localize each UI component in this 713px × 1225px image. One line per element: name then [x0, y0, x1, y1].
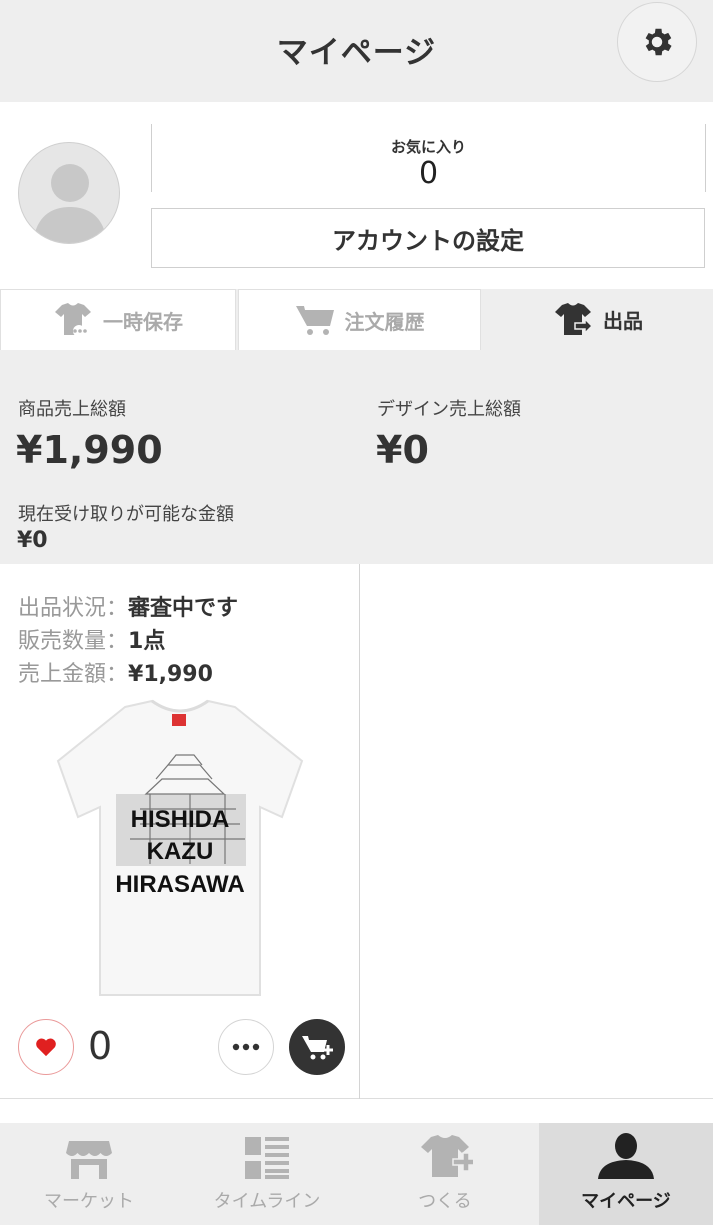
more-options-button[interactable] [218, 1019, 274, 1075]
product-tshirt-image[interactable]: HISHIDA KAZU HIRASAWA [40, 699, 320, 999]
nav-timeline[interactable]: タイムライン [178, 1123, 356, 1225]
add-to-cart-button[interactable] [289, 1019, 345, 1075]
bottom-navigation: マーケット タイムライン つくる マイページ [0, 1123, 713, 1225]
listing-quantity-value: 1点 [128, 629, 166, 654]
mypage-tabs: 一時保存 注文履歴 出品 [0, 289, 713, 350]
account-settings-button[interactable]: アカウントの設定 [151, 208, 705, 268]
tab-drafts[interactable]: 一時保存 [0, 289, 236, 350]
shirt-print-line-2: KAZU [147, 838, 214, 865]
listing-card[interactable]: 出品状況：審査中です 販売数量：1点 売上金額：¥1,990 HISHIDA K… [0, 564, 360, 1099]
design-sales-total-value: ¥0 [376, 428, 429, 472]
cart-plus-icon [302, 1036, 333, 1060]
nav-mypage[interactable]: マイページ [539, 1123, 713, 1225]
timeline-icon [245, 1137, 289, 1179]
shirt-print-line-1: HISHIDA [131, 806, 230, 833]
header-bar: マイページ [0, 0, 713, 102]
listing-status-row: 出品状況：審査中です [18, 590, 238, 622]
tab-listings[interactable]: 出品 [483, 289, 713, 350]
favorites-count: 0 [418, 156, 439, 191]
person-icon [598, 1133, 654, 1179]
tab-drafts-label: 一時保存 [103, 309, 183, 334]
ellipsis-icon [232, 1043, 260, 1051]
favorites-label: お気に入り [390, 138, 466, 156]
product-sales-total-value: ¥1,990 [16, 428, 163, 472]
tshirt-export-icon [555, 302, 593, 335]
cart-icon [295, 306, 334, 335]
shirt-print-line-3: HIRASAWA [115, 871, 244, 898]
nav-create[interactable]: つくる [356, 1123, 534, 1225]
tab-order-history[interactable]: 注文履歴 [238, 289, 481, 350]
gear-icon [645, 28, 672, 56]
nav-market[interactable]: マーケット [0, 1123, 178, 1225]
tab-listings-label: 出品 [603, 309, 643, 333]
heart-icon [36, 1038, 56, 1057]
listing-amount-row: 売上金額：¥1,990 [18, 656, 213, 688]
sales-summary: 商品売上総額 ¥1,990 デザイン売上総額 ¥0 現在受け取りが可能な金額 ¥… [0, 350, 713, 564]
tab-order-history-label: 注文履歴 [344, 309, 425, 334]
settings-button[interactable] [617, 2, 697, 82]
like-button[interactable] [18, 1019, 74, 1075]
listing-amount-value: ¥1,990 [128, 662, 213, 687]
page-title: マイページ [276, 34, 437, 71]
listing-status-label: 出品状況： [18, 596, 129, 621]
receivable-amount-label: 現在受け取りが可能な金額 [18, 504, 234, 525]
listing-quantity-row: 販売数量：1点 [18, 623, 165, 655]
avatar[interactable] [18, 142, 120, 244]
listing-status-value: 審査中です [128, 596, 239, 621]
receivable-amount-value: ¥0 [17, 528, 48, 553]
favorites-counter[interactable]: お気に入り 0 [151, 124, 706, 192]
nav-market-label: マーケット [44, 1191, 134, 1212]
nav-create-label: つくる [418, 1191, 472, 1212]
listing-amount-label: 売上金額： [18, 662, 129, 687]
profile-section: お気に入り 0 アカウントの設定 [0, 102, 713, 290]
nav-mypage-label: マイページ [581, 1191, 671, 1212]
tshirt-dots-icon [55, 303, 91, 337]
nav-timeline-label: タイムライン [213, 1191, 321, 1212]
tshirt-graphic: HISHIDA KAZU HIRASAWA [56, 699, 304, 996]
avatar-placeholder-icon [33, 164, 107, 243]
design-sales-total-label: デザイン売上総額 [377, 399, 521, 420]
brand-tag-logo [172, 714, 186, 726]
tshirt-plus-icon [421, 1135, 473, 1177]
listing-grid: 出品状況：審査中です 販売数量：1点 売上金額：¥1,990 HISHIDA K… [0, 564, 713, 1099]
listing-quantity-label: 販売数量： [18, 629, 129, 654]
product-sales-total-label: 商品売上総額 [18, 399, 126, 420]
store-icon [66, 1141, 112, 1179]
like-count: 0 [88, 1024, 113, 1068]
